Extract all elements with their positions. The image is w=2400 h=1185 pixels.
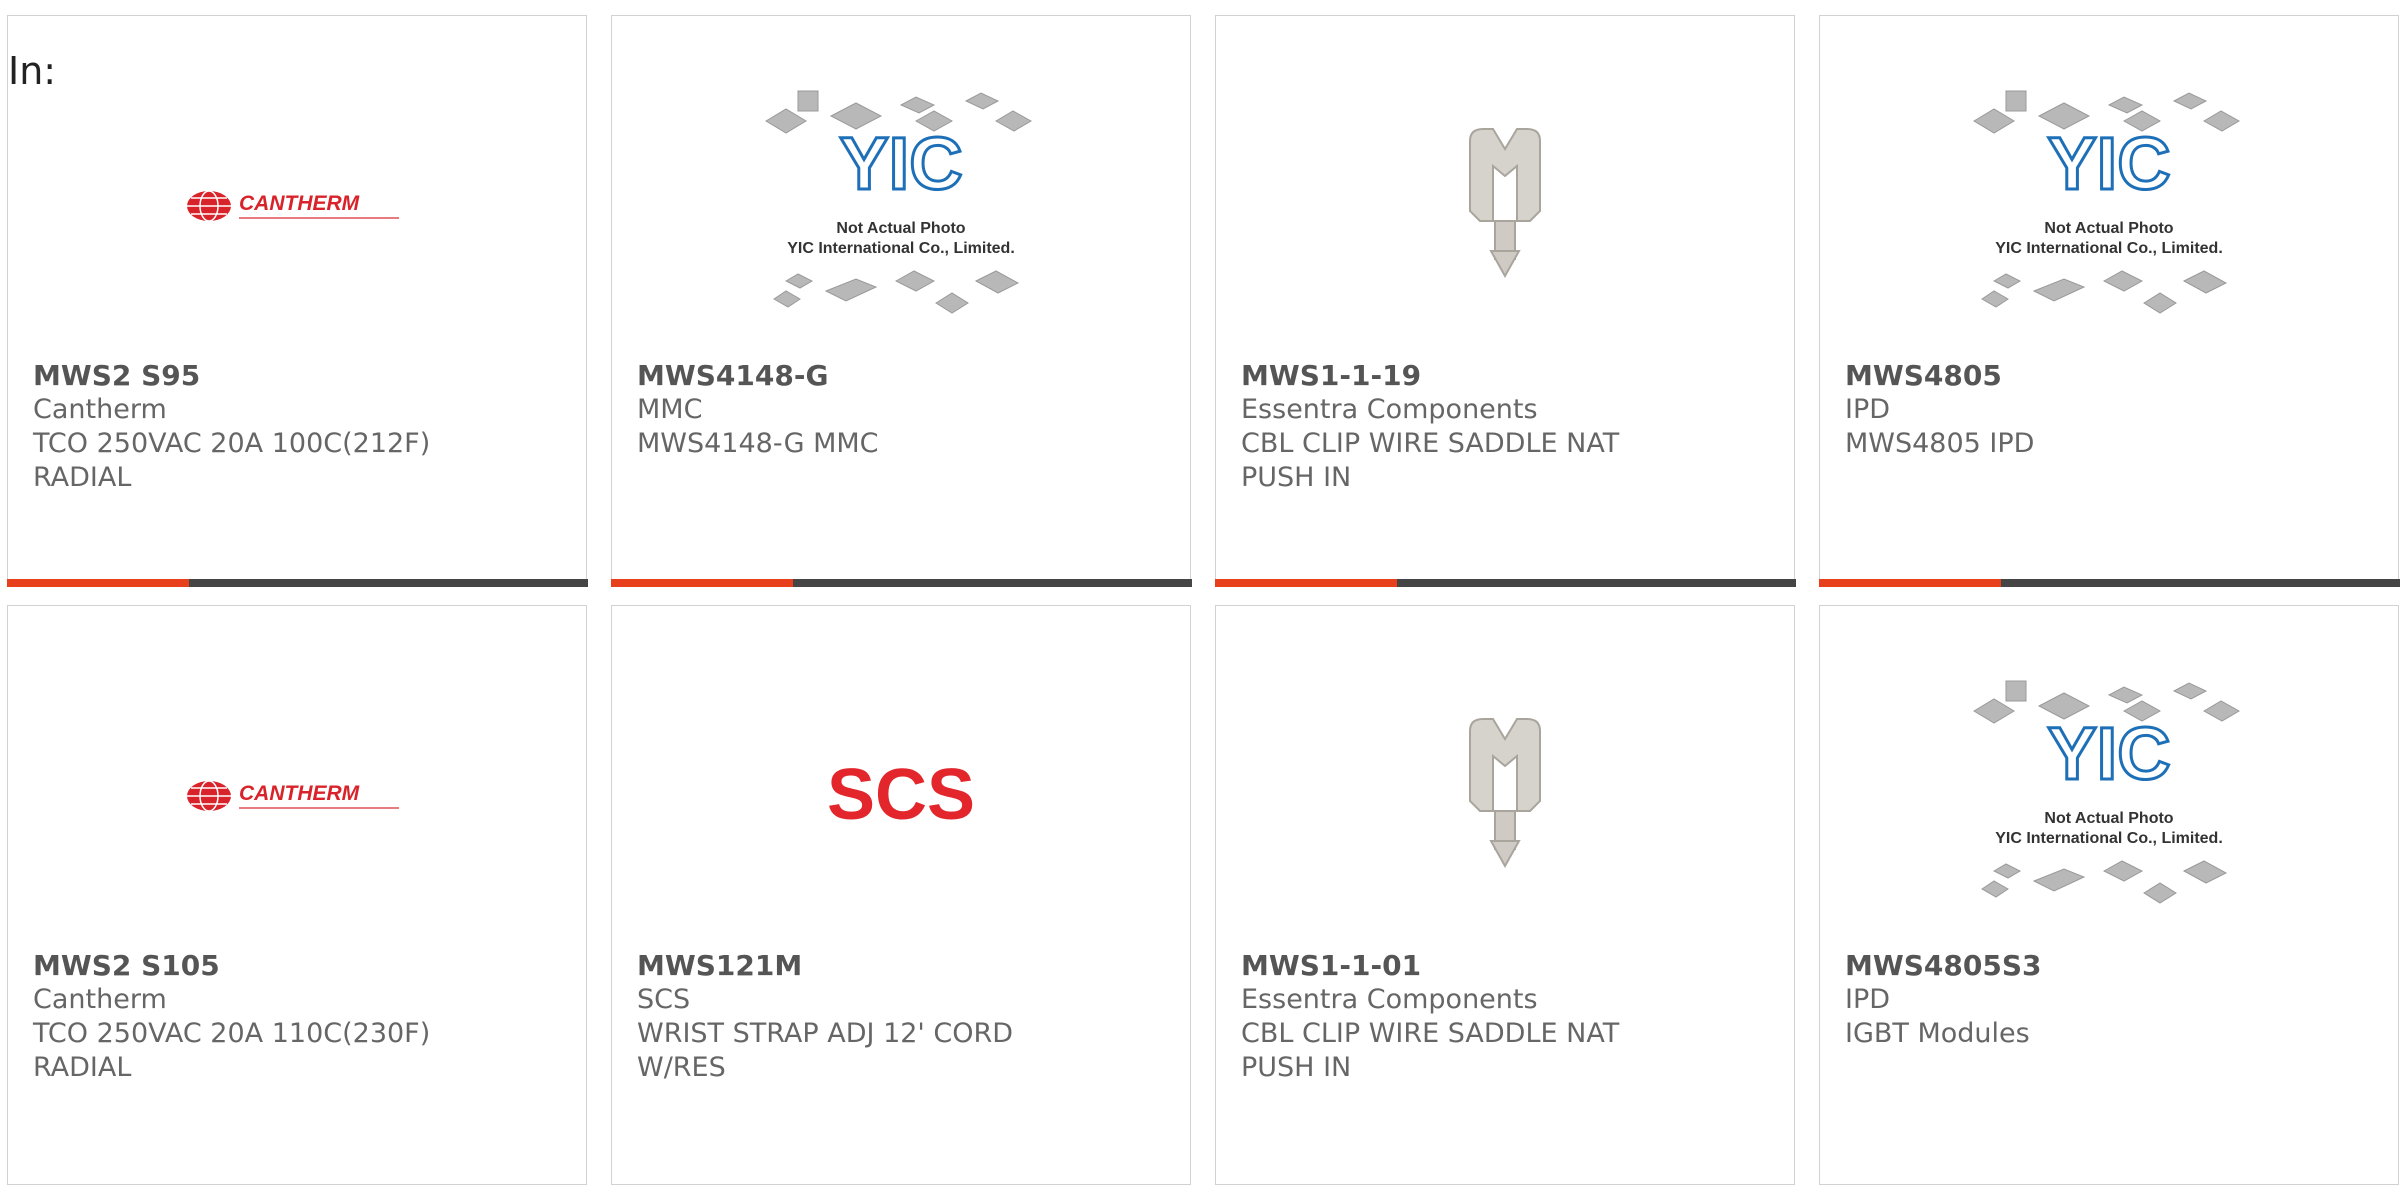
manufacturer: Essentra Components [1241,394,1538,425]
card-footer-bar [6,578,588,587]
manufacturer: SCS [637,984,691,1015]
cantherm-logo: CANTHERM [187,190,399,222]
part-number[interactable]: MWS2 S95 [33,359,566,393]
manufacturer: Cantherm [33,394,167,425]
description-line: WRIST STRAP ADJ 12' CORD [637,1018,1014,1049]
product-image[interactable] [1216,56,1794,356]
product-card[interactable]: SCS MWS121M SCS WRIST STRAP ADJ 12' CORD… [611,605,1191,1185]
manufacturer: Essentra Components [1241,984,1538,1015]
description-line: CBL CLIP WIRE SADDLE NAT [1241,428,1620,459]
description-line: TCO 250VAC 20A 100C(212F) [33,428,431,459]
svg-text:YIC: YIC [2047,712,2170,795]
description-line: MWS4805 IPD [1845,428,2035,459]
svg-text:SCS: SCS [827,761,975,831]
part-number[interactable]: MWS4805S3 [1845,949,2378,983]
part-number[interactable]: MWS1-1-01 [1241,949,1774,983]
product-card[interactable]: YIC Not Actual Photo YIC International C… [1819,605,2399,1185]
yic-placeholder-image: YIC Not Actual Photo YIC International C… [765,90,1033,314]
svg-text:YIC International Co., Limited: YIC International Co., Limited. [1995,240,2223,257]
card-footer-bar [1818,578,2400,587]
part-number[interactable]: MWS4805 [1845,359,2378,393]
product-image[interactable]: CANTHERM [8,646,586,946]
yic-placeholder-image: YIC Not Actual Photo YIC International C… [1973,90,2241,314]
manufacturer: MMC [637,394,703,425]
product-card[interactable]: YIC Not Actual Photo YIC International C… [1818,15,2400,587]
description-line: W/RES [637,1052,726,1083]
product-card[interactable]: MWS1-1-19 Essentra Components CBL CLIP W… [1214,15,1796,587]
description-line: CBL CLIP WIRE SADDLE NAT [1241,1018,1620,1049]
product-card[interactable]: CANTHERM MWS2 S105 Cantherm TCO 250VAC 2… [7,605,587,1185]
product-card[interactable]: CANTHERM MWS2 S95 Cantherm TCO 250VAC 20… [6,15,588,587]
product-image[interactable] [1216,646,1794,946]
svg-text:YIC International Co., Limited: YIC International Co., Limited. [787,240,1015,257]
card-footer-bar [1214,578,1796,587]
product-image[interactable]: YIC Not Actual Photo YIC International C… [612,56,1190,356]
svg-text:Not Actual Photo: Not Actual Photo [2044,220,2173,237]
manufacturer: IPD [1845,984,1891,1015]
description-line: TCO 250VAC 20A 110C(230F) [33,1018,431,1049]
scs-logo: SCS [827,761,975,831]
product-image[interactable]: YIC Not Actual Photo YIC International C… [1820,646,2398,946]
part-number[interactable]: MWS4148-G [637,359,1170,393]
product-image[interactable]: CANTHERM [8,56,586,356]
cantherm-logo: CANTHERM [187,780,399,812]
description-line: IGBT Modules [1845,1018,2030,1049]
part-number[interactable]: MWS1-1-19 [1241,359,1774,393]
description-line: PUSH IN [1241,1052,1352,1083]
svg-text:YIC: YIC [2047,122,2170,205]
description-line: RADIAL [33,1052,132,1083]
cable-clip-image [1469,718,1541,869]
manufacturer: Cantherm [33,984,167,1015]
svg-text:YIC International Co., Limited: YIC International Co., Limited. [1995,830,2223,847]
description-line: MWS4148-G MMC [637,428,879,459]
svg-text:CANTHERM: CANTHERM [239,782,360,805]
svg-text:CANTHERM: CANTHERM [239,192,360,215]
product-image[interactable]: SCS [612,646,1190,946]
product-card[interactable]: MWS1-1-01 Essentra Components CBL CLIP W… [1215,605,1795,1185]
part-number[interactable]: MWS121M [637,949,1170,983]
card-footer-bar [610,578,1192,587]
description-line: PUSH IN [1241,462,1352,493]
cable-clip-image [1469,128,1541,279]
svg-text:Not Actual Photo: Not Actual Photo [836,220,965,237]
svg-text:Not Actual Photo: Not Actual Photo [2044,810,2173,827]
part-number[interactable]: MWS2 S105 [33,949,566,983]
svg-text:YIC: YIC [839,122,962,205]
yic-placeholder-image: YIC Not Actual Photo YIC International C… [1973,680,2241,904]
manufacturer: IPD [1845,394,1891,425]
product-card[interactable]: YIC Not Actual Photo YIC International C… [610,15,1192,587]
product-image[interactable]: YIC Not Actual Photo YIC International C… [1820,56,2398,356]
filter-label: In: [8,49,57,93]
description-line: RADIAL [33,462,132,493]
